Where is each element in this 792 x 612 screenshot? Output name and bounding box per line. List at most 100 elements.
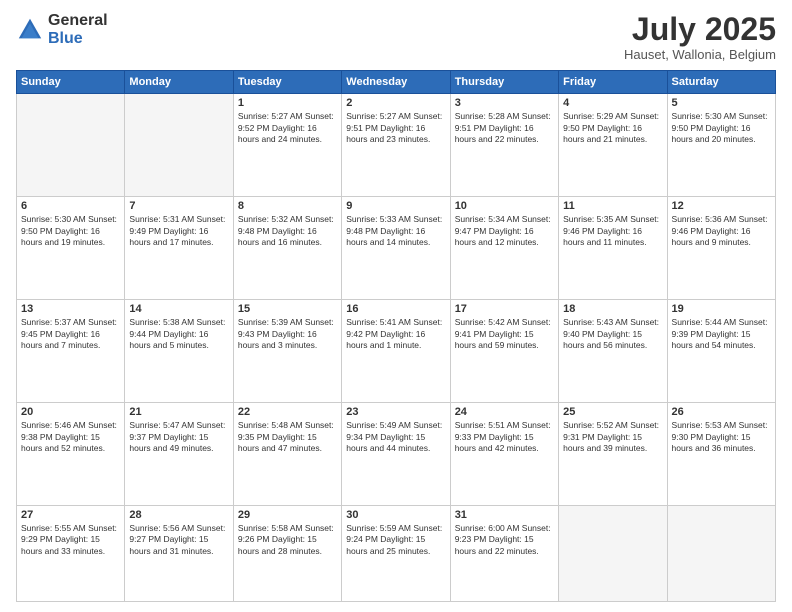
day-header-saturday: Saturday — [667, 71, 775, 94]
calendar-cell: 24 Sunrise: 5:51 AM Sunset: 9:33 PM Dayli… — [450, 403, 558, 506]
calendar: SundayMondayTuesdayWednesdayThursdayFrid… — [16, 70, 776, 602]
calendar-cell: 28Sunrise: 5:56 AM Sunset: 9:27 PM Dayli… — [125, 506, 233, 602]
day-number: 20 — [21, 406, 120, 418]
cell-info: Sunrise: 5:35 AM Sunset: 9:46 PM Dayligh… — [563, 214, 662, 248]
cell-info: Sunrise: 5:28 AM Sunset: 9:51 PM Dayligh… — [455, 111, 554, 145]
day-number: 21 — [129, 406, 228, 418]
day-number: 9 — [346, 200, 445, 212]
day-number: 16 — [346, 303, 445, 315]
day-number: 14 — [129, 303, 228, 315]
cell-info: Sunrise: 5:31 AM Sunset: 9:49 PM Dayligh… — [129, 214, 228, 248]
month-title: July 2025 — [624, 12, 776, 47]
calendar-cell: 13 Sunrise: 5:37 AM Sunset: 9:45 PM Dayli… — [17, 300, 125, 403]
calendar-cell — [559, 506, 667, 602]
day-number: 23 — [346, 406, 445, 418]
days-header-row: SundayMondayTuesdayWednesdayThursdayFrid… — [17, 71, 776, 94]
calendar-cell: 19 Sunrise: 5:44 AM Sunset: 9:39 PM Dayli… — [667, 300, 775, 403]
day-header-wednesday: Wednesday — [342, 71, 450, 94]
day-number: 19 — [672, 303, 771, 315]
calendar-cell: 26 Sunrise: 5:53 AM Sunset: 9:30 PM Dayli… — [667, 403, 775, 506]
cell-info: Sunrise: 5:36 AM Sunset: 9:46 PM Dayligh… — [672, 214, 771, 248]
day-number: 13 — [21, 303, 120, 315]
calendar-cell — [125, 94, 233, 197]
logo-text: General Blue — [48, 12, 108, 47]
day-number: 11 — [563, 200, 662, 212]
day-number: 31 — [455, 509, 554, 521]
day-header-sunday: Sunday — [17, 71, 125, 94]
cell-info: Sunrise: 5:27 AM Sunset: 9:51 PM Dayligh… — [346, 111, 445, 145]
calendar-cell: 16 Sunrise: 5:41 AM Sunset: 9:42 PM Dayli… — [342, 300, 450, 403]
calendar-cell — [667, 506, 775, 602]
cell-info: Sunrise: 5:51 AM Sunset: 9:33 PM Dayligh… — [455, 420, 554, 454]
cell-info: Sunrise: 5:42 AM Sunset: 9:41 PM Dayligh… — [455, 317, 554, 351]
calendar-cell: 3 Sunrise: 5:28 AM Sunset: 9:51 PM Daylig… — [450, 94, 558, 197]
calendar-cell: 27 Sunrise: 5:55 AM Sunset: 9:29 PM Dayli… — [17, 506, 125, 602]
day-header-friday: Friday — [559, 71, 667, 94]
cell-info: Sunrise: 5:30 AM Sunset: 9:50 PM Dayligh… — [21, 214, 120, 248]
day-number: 15 — [238, 303, 337, 315]
cell-info: Sunrise: 5:55 AM Sunset: 9:29 PM Dayligh… — [21, 523, 120, 557]
cell-info: Sunrise: 5:44 AM Sunset: 9:39 PM Dayligh… — [672, 317, 771, 351]
cell-info: Sunrise: 5:48 AM Sunset: 9:35 PM Dayligh… — [238, 420, 337, 454]
logo-blue-text: Blue — [48, 30, 108, 48]
cell-info: Sunrise: 5:29 AM Sunset: 9:50 PM Dayligh… — [563, 111, 662, 145]
cell-info: Sunrise: 5:59 AM Sunset: 9:24 PM Dayligh… — [346, 523, 445, 557]
day-header-tuesday: Tuesday — [233, 71, 341, 94]
day-number: 2 — [346, 97, 445, 109]
day-number: 4 — [563, 97, 662, 109]
cell-info: Sunrise: 5:39 AM Sunset: 9:43 PM Dayligh… — [238, 317, 337, 351]
calendar-cell: 10 Sunrise: 5:34 AM Sunset: 9:47 PM Dayli… — [450, 197, 558, 300]
cell-info: Sunrise: 5:58 AM Sunset: 9:26 PM Dayligh… — [238, 523, 337, 557]
calendar-cell: 8 Sunrise: 5:32 AM Sunset: 9:48 PM Daylig… — [233, 197, 341, 300]
cell-info: Sunrise: 5:47 AM Sunset: 9:37 PM Dayligh… — [129, 420, 228, 454]
calendar-cell: 5 Sunrise: 5:30 AM Sunset: 9:50 PM Daylig… — [667, 94, 775, 197]
day-number: 25 — [563, 406, 662, 418]
calendar-cell: 30Sunrise: 5:59 AM Sunset: 9:24 PM Dayli… — [342, 506, 450, 602]
cell-info: Sunrise: 5:46 AM Sunset: 9:38 PM Dayligh… — [21, 420, 120, 454]
calendar-cell: 12 Sunrise: 5:36 AM Sunset: 9:46 PM Dayli… — [667, 197, 775, 300]
calendar-cell: 23 Sunrise: 5:49 AM Sunset: 9:34 PM Dayli… — [342, 403, 450, 506]
logo-icon — [16, 16, 44, 44]
day-number: 27 — [21, 509, 120, 521]
location-subtitle: Hauset, Wallonia, Belgium — [624, 47, 776, 62]
cell-info: Sunrise: 5:53 AM Sunset: 9:30 PM Dayligh… — [672, 420, 771, 454]
logo-general-text: General — [48, 12, 108, 30]
calendar-cell: 4 Sunrise: 5:29 AM Sunset: 9:50 PM Daylig… — [559, 94, 667, 197]
calendar-cell: 21 Sunrise: 5:47 AM Sunset: 9:37 PM Dayli… — [125, 403, 233, 506]
day-number: 12 — [672, 200, 771, 212]
day-number: 10 — [455, 200, 554, 212]
cell-info: Sunrise: 5:37 AM Sunset: 9:45 PM Dayligh… — [21, 317, 120, 351]
day-number: 24 — [455, 406, 554, 418]
cell-info: Sunrise: 5:38 AM Sunset: 9:44 PM Dayligh… — [129, 317, 228, 351]
cell-info: Sunrise: 5:43 AM Sunset: 9:40 PM Dayligh… — [563, 317, 662, 351]
calendar-cell: 9 Sunrise: 5:33 AM Sunset: 9:48 PM Daylig… — [342, 197, 450, 300]
day-number: 28 — [129, 509, 228, 521]
cell-info: Sunrise: 5:52 AM Sunset: 9:31 PM Dayligh… — [563, 420, 662, 454]
calendar-cell: 1Sunrise: 5:27 AM Sunset: 9:52 PM Daylig… — [233, 94, 341, 197]
calendar-cell: 6 Sunrise: 5:30 AM Sunset: 9:50 PM Daylig… — [17, 197, 125, 300]
logo: General Blue — [16, 12, 108, 47]
calendar-cell: 25 Sunrise: 5:52 AM Sunset: 9:31 PM Dayli… — [559, 403, 667, 506]
day-number: 6 — [21, 200, 120, 212]
day-number: 1 — [238, 97, 337, 109]
cell-info: Sunrise: 5:34 AM Sunset: 9:47 PM Dayligh… — [455, 214, 554, 248]
calendar-cell: 7 Sunrise: 5:31 AM Sunset: 9:49 PM Daylig… — [125, 197, 233, 300]
cell-info: Sunrise: 5:33 AM Sunset: 9:48 PM Dayligh… — [346, 214, 445, 248]
calendar-cell: 17Sunrise: 5:42 AM Sunset: 9:41 PM Dayli… — [450, 300, 558, 403]
day-number: 8 — [238, 200, 337, 212]
calendar-cell — [17, 94, 125, 197]
day-header-monday: Monday — [125, 71, 233, 94]
day-number: 26 — [672, 406, 771, 418]
calendar-cell: 2 Sunrise: 5:27 AM Sunset: 9:51 PM Daylig… — [342, 94, 450, 197]
day-number: 22 — [238, 406, 337, 418]
day-number: 7 — [129, 200, 228, 212]
day-number: 3 — [455, 97, 554, 109]
day-header-thursday: Thursday — [450, 71, 558, 94]
cell-info: Sunrise: 5:41 AM Sunset: 9:42 PM Dayligh… — [346, 317, 445, 351]
calendar-cell: 31Sunrise: 6:00 AM Sunset: 9:23 PM Dayli… — [450, 506, 558, 602]
cell-info: Sunrise: 5:32 AM Sunset: 9:48 PM Dayligh… — [238, 214, 337, 248]
calendar-cell: 15 Sunrise: 5:39 AM Sunset: 9:43 PM Dayli… — [233, 300, 341, 403]
cell-info: Sunrise: 5:49 AM Sunset: 9:34 PM Dayligh… — [346, 420, 445, 454]
cell-info: Sunrise: 5:30 AM Sunset: 9:50 PM Dayligh… — [672, 111, 771, 145]
day-number: 5 — [672, 97, 771, 109]
